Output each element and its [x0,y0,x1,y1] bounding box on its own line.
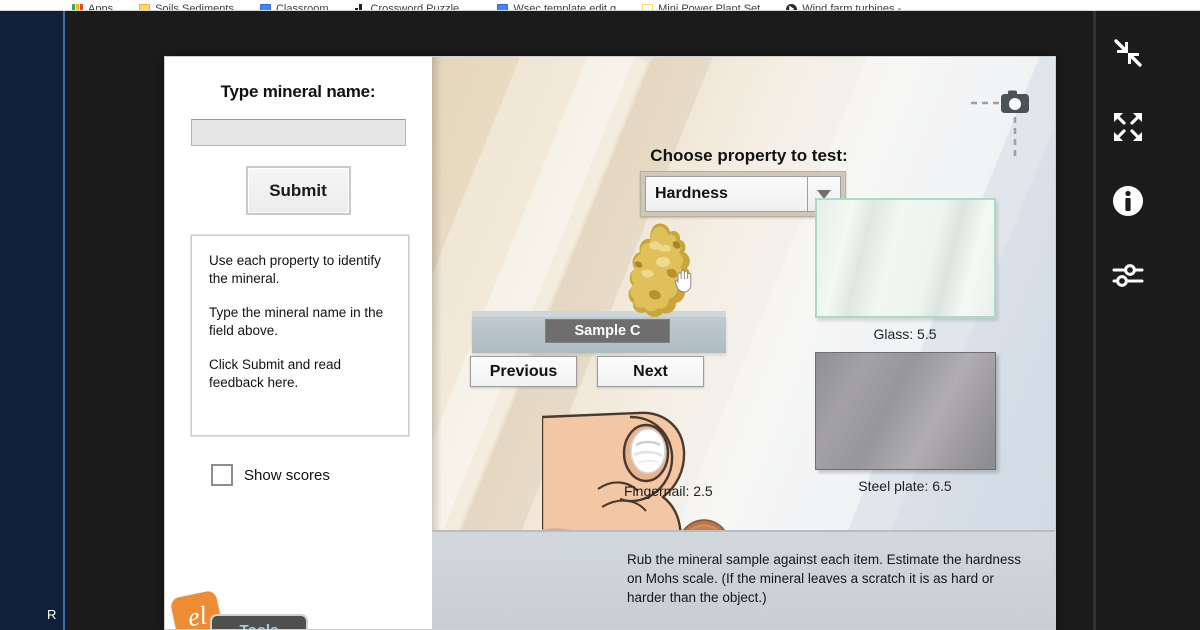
bookmark-label: Apps [88,3,114,11]
instruction-bar: Rub the mineral sample against each item… [432,530,1056,630]
grab-hand-cursor [673,267,695,293]
fingernail-caption: Fingernail: 2.5 [624,483,713,499]
camera-icon[interactable] [971,87,1031,162]
previous-button[interactable]: Previous [470,356,577,387]
rail-divider [63,11,65,630]
rail-label: R [47,607,57,622]
info-icon[interactable] [1108,181,1148,221]
feedback-box: Use each property to identify the minera… [191,235,409,436]
folder-outline-icon [642,3,654,10]
bookmark-item[interactable]: Crossword Puzzle ... [354,3,472,11]
glass-caption: Glass: 5.5 [873,326,937,342]
sample-label: Sample C [545,319,670,343]
sample-navigation: Previous Next [470,356,704,387]
fullscreen-icon[interactable] [1108,107,1148,147]
bookmark-label: Classroom [275,3,329,11]
dark-circle-icon [786,3,798,10]
bookmark-item[interactable]: Soils Sediments [139,3,234,11]
collapse-icon[interactable] [1108,33,1148,73]
property-select[interactable]: Hardness [645,176,841,212]
apps-grid-icon [72,3,83,10]
left-navy-rail: R [0,11,64,630]
gizmo-window: Type mineral name: Submit Use each prope… [164,56,1056,630]
mineral-name-input[interactable] [191,119,406,146]
blue-square-icon [497,3,509,10]
feedback-line: Type the mineral name in the field above… [209,304,384,338]
tools-button[interactable]: Tools [210,614,308,630]
chart-icon [354,3,366,10]
instruction-text: Rub the mineral sample against each item… [627,552,1021,606]
right-toolbar [1096,11,1160,630]
feedback-line: Use each property to identify the minera… [209,253,381,286]
show-scores-checkbox[interactable] [211,464,233,486]
bookmark-label: Wsec template edit g [513,3,617,11]
browser-bookmarks-bar: Apps Soils Sediments Classroom Crossword… [0,0,1200,11]
blue-square-icon [259,3,271,10]
simulation-stage: Choose property to test: Hardness Sample… [432,56,1056,630]
submit-button[interactable]: Submit [247,168,349,213]
property-select-value[interactable]: Hardness [645,176,807,212]
feedback-line: Click Submit and read feedback here. [209,356,342,390]
panel-title: Type mineral name: [220,82,376,101]
bookmark-label: Crossword Puzzle ... [370,3,472,11]
bookmark-item[interactable]: Classroom [259,3,329,11]
bookmark-item[interactable]: Wind farm turbines - [786,3,902,11]
next-button[interactable]: Next [597,356,704,387]
bookmark-item[interactable]: Wsec template edit g [497,3,617,11]
bookmark-label: Soils Sediments [155,3,234,11]
show-scores-toggle[interactable]: Show scores [211,464,405,486]
settings-sliders-icon[interactable] [1108,255,1148,295]
show-scores-label: Show scores [244,466,330,484]
brand-mark-text: el [185,600,209,630]
bookmark-label: Mini Power Plant Set [658,3,761,11]
glass-test-item[interactable] [815,198,996,318]
property-label: Choose property to test: [650,146,848,165]
bookmark-item[interactable]: Mini Power Plant Set [642,3,761,11]
bookmark-label: Wind farm turbines - [802,3,902,11]
steel-plate-caption: Steel plate: 6.5 [858,478,952,494]
control-panel: Type mineral name: Submit Use each prope… [164,56,432,630]
steel-plate-test-item[interactable] [815,352,996,470]
bookmark-item[interactable]: Apps [72,3,114,11]
folder-icon [139,3,151,10]
